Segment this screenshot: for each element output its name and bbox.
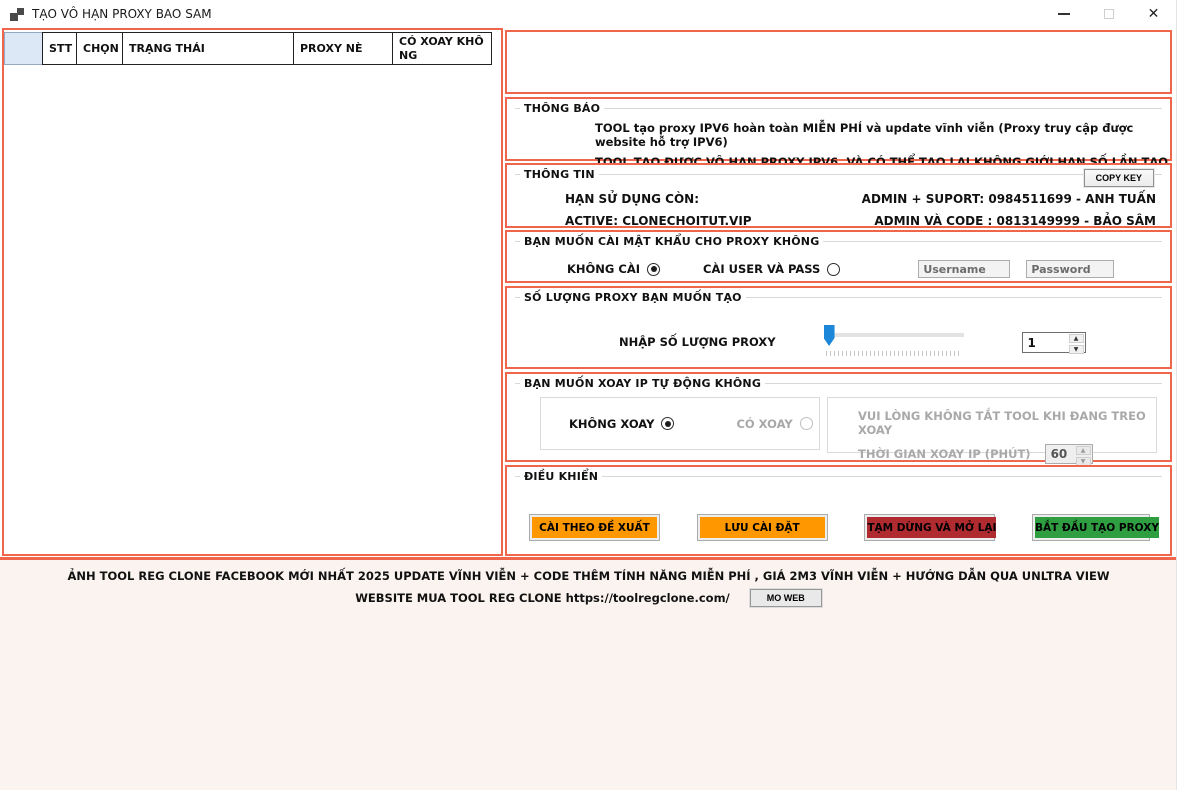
notice-legend: THÔNG BÁO	[515, 102, 1162, 115]
install-user-pass-label: CÀI USER VÀ PASS	[703, 262, 820, 276]
password-input[interactable]	[1026, 260, 1114, 278]
proxy-grid-panel: STT CHỌN TRẠNG THÁI PROXY NÈ CÓ XOAY KHÔ…	[2, 28, 503, 556]
window-controls: ✕	[1041, 0, 1176, 28]
close-icon: ✕	[1148, 7, 1160, 21]
grid-corner-cell[interactable]	[4, 32, 43, 65]
quantity-row: NHẬP SỐ LƯỢNG PROXY 1 ▲ ▼	[619, 328, 1170, 356]
info-right-column: ADMIN + SUPORT: 0984511699 - ANH TUẤN AD…	[862, 188, 1156, 232]
username-input[interactable]	[918, 260, 1010, 278]
admin-code-label: ADMIN VÀ CODE : 0813149999 - BẢO SÂM	[862, 210, 1156, 232]
radio-no-rotate[interactable]	[661, 417, 674, 430]
rotate-interval-row: THỜI GIAN XOAY IP (PHÚT) 60 ▲ ▼	[858, 444, 1156, 464]
no-install-label: KHÔNG CÀI	[567, 262, 640, 276]
minimize-icon	[1058, 13, 1070, 15]
column-header-proxy[interactable]: PROXY NÈ	[293, 32, 393, 65]
no-rotate-label: KHÔNG XOAY	[569, 417, 654, 431]
radio-no-install[interactable]	[647, 263, 660, 276]
rotate-interval-label: THỜI GIAN XOAY IP (PHÚT)	[858, 447, 1031, 461]
rotate-settings-panel: VUI LÒNG KHÔNG TẮT TOOL KHI ĐANG TREO XO…	[827, 397, 1157, 453]
maximize-icon	[1104, 9, 1114, 19]
slider-ticks	[826, 351, 960, 356]
rotate-legend: BẠN MUỐN XOAY IP TỰ ĐỘNG KHÔNG	[515, 377, 1162, 390]
section-password: BẠN MUỐN CÀI MẬT KHẨU CHO PROXY KHÔNG KH…	[505, 230, 1172, 283]
footer-website-label: WEBSITE MUA TOOL REG CLONE https://toolr…	[355, 591, 730, 605]
pause-reopen-button[interactable]: TẠM DỪNG VÀ MỞ LẠI	[864, 514, 995, 541]
radio-install-user-pass[interactable]	[827, 263, 840, 276]
proxy-grid-header: STT CHỌN TRẠNG THÁI PROXY NÈ CÓ XOAY KHÔ…	[4, 32, 492, 65]
password-title: BẠN MUỐN CÀI MẬT KHẨU CHO PROXY KHÔNG	[524, 235, 819, 248]
title-bar: TẠO VÔ HẠN PROXY BAO SAM ✕	[0, 0, 1176, 28]
quantity-stepper[interactable]: 1 ▲ ▼	[1022, 332, 1086, 353]
quantity-value[interactable]: 1	[1023, 333, 1068, 352]
controls-legend: ĐIỀU KHIỂN	[515, 470, 1162, 483]
column-header-stt[interactable]: STT	[42, 32, 77, 65]
notice-title: THÔNG BÁO	[524, 102, 600, 115]
footer-website-row: WEBSITE MUA TOOL REG CLONE https://toolr…	[0, 589, 1177, 607]
info-grid: HẠN SỬ DỤNG CÒN: ACTIVE: CLONECHOITUT.VI…	[565, 188, 1156, 232]
quantity-slider[interactable]	[824, 324, 964, 356]
active-key-label: ACTIVE: CLONECHOITUT.VIP	[565, 210, 752, 232]
info-title: THÔNG TIN	[524, 168, 595, 181]
section-info: THÔNG TIN COPY KEY HẠN SỬ DỤNG CÒN: ACTI…	[505, 163, 1172, 228]
rotate-title: BẠN MUỐN XOAY IP TỰ ĐỘNG KHÔNG	[524, 377, 761, 390]
start-create-proxy-button[interactable]: BẮT ĐẦU TẠO PROXY	[1032, 514, 1150, 541]
section-controls: ĐIỀU KHIỂN CÀI THEO ĐỀ XUẤT LƯU CÀI ĐẶT …	[505, 465, 1172, 556]
controls-title: ĐIỀU KHIỂN	[524, 470, 598, 483]
notice-line-1: TOOL tạo proxy IPV6 hoàn toàn MIỄN PHÍ v…	[595, 121, 1170, 149]
minimize-button[interactable]	[1041, 0, 1086, 28]
rotate-options-panel: KHÔNG XOAY CÓ XOAY	[540, 397, 820, 450]
quantity-legend: SỐ LƯỢNG PROXY BẠN MUỐN TẠO	[515, 291, 1162, 304]
save-settings-button[interactable]: LƯU CÀI ĐẶT	[697, 514, 828, 541]
rotate-spin-up-icon[interactable]: ▲	[1076, 446, 1091, 455]
rotate-spin-buttons: ▲ ▼	[1075, 445, 1092, 463]
window-title: TẠO VÔ HẠN PROXY BAO SAM	[32, 7, 212, 21]
app-icon	[10, 8, 24, 21]
copy-key-button[interactable]: COPY KEY	[1084, 169, 1154, 187]
admin-support-label: ADMIN + SUPORT: 0984511699 - ANH TUẤN	[862, 188, 1156, 210]
rotate-interval-stepper[interactable]: 60 ▲ ▼	[1045, 444, 1093, 464]
output-panel	[505, 30, 1172, 94]
info-legend: THÔNG TIN	[515, 168, 1162, 181]
rotate-label: CÓ XOAY	[736, 417, 792, 431]
app-window: TẠO VÔ HẠN PROXY BAO SAM ✕ STT CHỌN TRẠN…	[0, 0, 1177, 790]
footer-ad-line: ẢNH TOOL REG CLONE FACEBOOK MỚI NHẤT 202…	[0, 569, 1177, 583]
footer-panel: ẢNH TOOL REG CLONE FACEBOOK MỚI NHẤT 202…	[0, 557, 1177, 790]
apply-suggested-button[interactable]: CÀI THEO ĐỀ XUẤT	[529, 514, 660, 541]
rotate-warning-label: VUI LÒNG KHÔNG TẮT TOOL KHI ĐANG TREO XO…	[858, 409, 1156, 437]
section-rotate: BẠN MUỐN XOAY IP TỰ ĐỘNG KHÔNG KHÔNG XOA…	[505, 372, 1172, 462]
info-left-column: HẠN SỬ DỤNG CÒN: ACTIVE: CLONECHOITUT.VI…	[565, 188, 752, 232]
maximize-button[interactable]	[1086, 0, 1131, 28]
spin-down-icon[interactable]: ▼	[1069, 345, 1084, 354]
column-header-co-xoay-khong[interactable]: CÓ XOAY KHÔNG	[392, 32, 492, 65]
slider-track[interactable]	[824, 333, 964, 337]
expiry-label: HẠN SỬ DỤNG CÒN:	[565, 188, 752, 210]
close-button[interactable]: ✕	[1131, 0, 1176, 28]
quantity-spin-buttons: ▲ ▼	[1068, 333, 1085, 352]
rotate-interval-value[interactable]: 60	[1046, 445, 1075, 463]
section-quantity: SỐ LƯỢNG PROXY BẠN MUỐN TẠO NHẬP SỐ LƯỢN…	[505, 286, 1172, 369]
spin-up-icon[interactable]: ▲	[1069, 334, 1084, 343]
column-header-chon[interactable]: CHỌN	[76, 32, 123, 65]
password-legend: BẠN MUỐN CÀI MẬT KHẨU CHO PROXY KHÔNG	[515, 235, 1162, 248]
column-header-trang-thai[interactable]: TRẠNG THÁI	[122, 32, 294, 65]
quantity-title: SỐ LƯỢNG PROXY BẠN MUỐN TẠO	[524, 291, 742, 304]
password-options-row: KHÔNG CÀI CÀI USER VÀ PASS	[567, 260, 1170, 278]
quantity-input-label: NHẬP SỐ LƯỢNG PROXY	[619, 335, 776, 349]
open-web-button[interactable]: MO WEB	[750, 589, 822, 607]
radio-rotate[interactable]	[800, 417, 813, 430]
controls-button-row: CÀI THEO ĐỀ XUẤT LƯU CÀI ĐẶT TẠM DỪNG VÀ…	[529, 514, 1150, 541]
slider-thumb[interactable]	[824, 325, 835, 346]
section-notice: THÔNG BÁO TOOL tạo proxy IPV6 hoàn toàn …	[505, 97, 1172, 161]
